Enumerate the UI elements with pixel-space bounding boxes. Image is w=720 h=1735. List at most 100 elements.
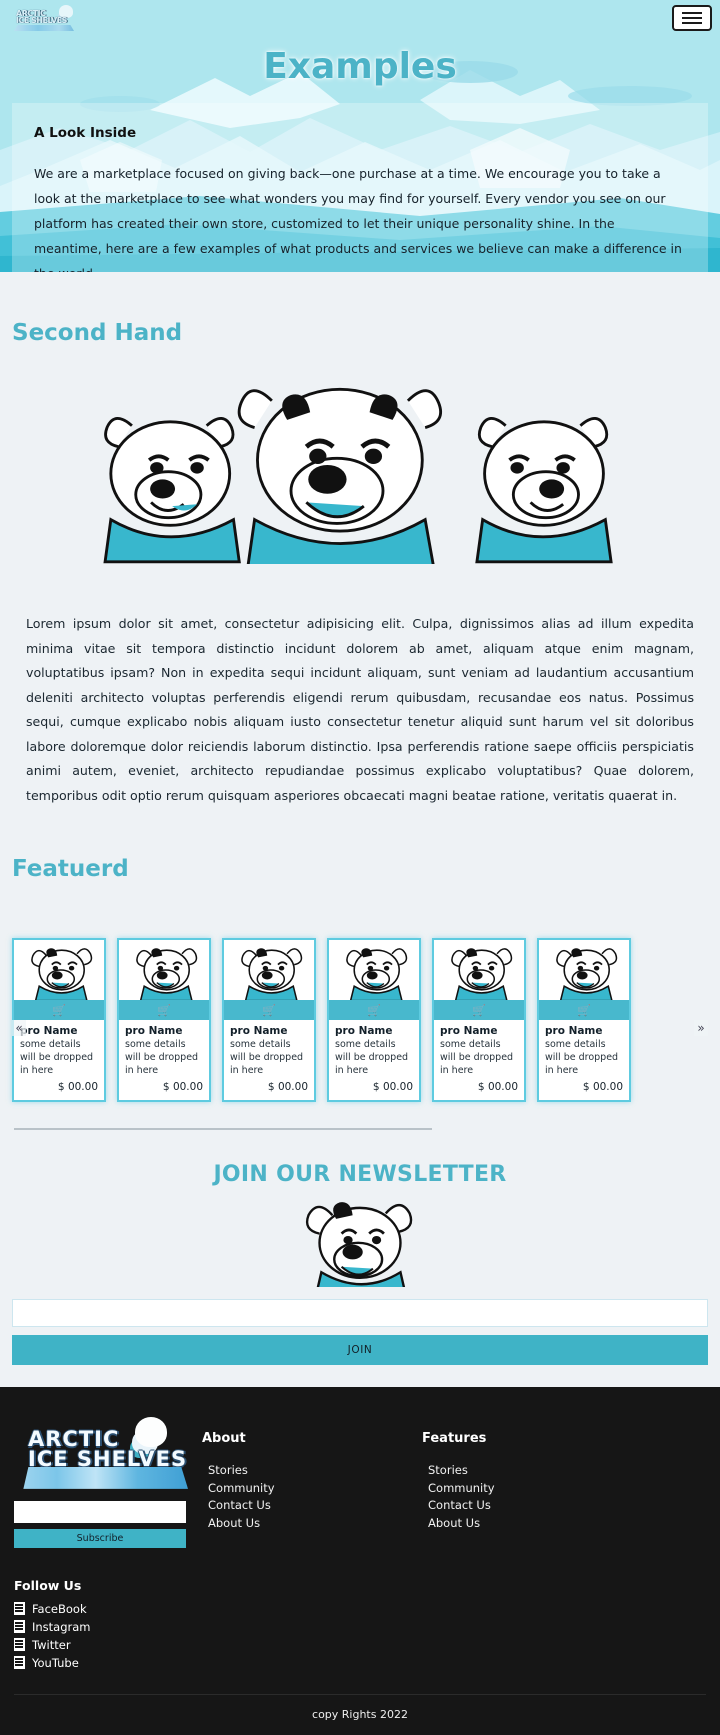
footer-column-about-links: Stories Community Contact Us About Us bbox=[202, 1462, 422, 1533]
product-card[interactable]: 🛒 pro Name some details will be dropped in… bbox=[327, 938, 421, 1102]
logo-ice-base bbox=[14, 25, 74, 31]
carousel-prev-icon[interactable]: « bbox=[12, 1020, 26, 1037]
look-inside-heading: A Look Inside bbox=[34, 125, 137, 141]
shopping-cart-icon[interactable]: 🛒 bbox=[52, 1005, 66, 1016]
shopping-cart-icon[interactable]: 🛒 bbox=[157, 1005, 171, 1016]
product-price: $ 00.00 bbox=[162, 1080, 203, 1093]
footer-brand-block: ARCTIC ICE SHELVES Subscribe bbox=[14, 1413, 202, 1548]
footer-link[interactable]: Contact Us bbox=[428, 1497, 642, 1515]
product-card[interactable]: 🛒 pro Name some details will be dropped in… bbox=[222, 938, 316, 1102]
product-price: $ 00.00 bbox=[477, 1080, 518, 1093]
product-name: pro Name bbox=[125, 1025, 183, 1038]
second-hand-section: Second Hand Lorem ipsum dolor sit amet, … bbox=[0, 272, 720, 808]
footer-link[interactable]: Stories bbox=[428, 1462, 642, 1480]
footer-column-about-heading: About bbox=[202, 1430, 246, 1446]
social-label: YouTube bbox=[32, 1655, 79, 1670]
social-label: FaceBook bbox=[32, 1601, 87, 1616]
footer-link[interactable]: Contact Us bbox=[208, 1497, 422, 1515]
product-desc: some details will be dropped in here bbox=[20, 1039, 94, 1076]
copyright-text: copy Rights 2022 bbox=[14, 1693, 706, 1735]
logo-line-2: ICE SHELVES bbox=[16, 16, 67, 25]
product-card[interactable]: 🛒 pro Name some details will be dropped in… bbox=[12, 938, 106, 1102]
product-price: $ 00.00 bbox=[372, 1080, 413, 1093]
shopping-cart-icon[interactable]: 🛒 bbox=[367, 1005, 381, 1016]
featured-carousel: « » 🛒 pro Name some details will be droppe… bbox=[0, 938, 720, 1102]
footer-link[interactable]: Community bbox=[428, 1480, 642, 1498]
social-link[interactable]: YouTube bbox=[14, 1656, 706, 1670]
newsletter-section: JOIN OUR NEWSLETTER JOIN bbox=[0, 1130, 720, 1365]
footer-logo[interactable]: ARCTIC ICE SHELVES bbox=[14, 1413, 189, 1493]
product-card[interactable]: 🛒 pro Name some details will be dropped in… bbox=[117, 938, 211, 1102]
social-link[interactable]: Instagram bbox=[14, 1620, 706, 1634]
carousel-next-icon[interactable]: » bbox=[694, 1020, 708, 1037]
product-price: $ 00.00 bbox=[267, 1080, 308, 1093]
social-links-list: FaceBook Instagram Twitter YouTube bbox=[14, 1602, 706, 1670]
look-inside-body: We are a marketplace focused on giving b… bbox=[34, 166, 682, 272]
follow-us-heading: Follow Us bbox=[14, 1577, 82, 1593]
product-image bbox=[434, 940, 524, 1001]
second-hand-body: Lorem ipsum dolor sit amet, consectetur … bbox=[26, 616, 694, 803]
product-name: pro Name bbox=[545, 1025, 603, 1038]
social-label: Twitter bbox=[32, 1637, 71, 1652]
product-name: pro Name bbox=[230, 1025, 288, 1038]
footer-top: ARCTIC ICE SHELVES Subscribe About Stori… bbox=[14, 1413, 706, 1548]
menu-bar-2 bbox=[682, 17, 702, 19]
footer-logo-ice-base bbox=[23, 1466, 188, 1489]
add-to-cart-bar[interactable]: 🛒 bbox=[224, 1000, 314, 1021]
social-link[interactable]: FaceBook bbox=[14, 1602, 706, 1616]
youtube-icon bbox=[14, 1656, 25, 1670]
newsletter-email-input[interactable] bbox=[12, 1298, 708, 1327]
product-card-list: 🛒 pro Name some details will be dropped in… bbox=[12, 938, 708, 1102]
add-to-cart-bar[interactable]: 🛒 bbox=[329, 1000, 419, 1021]
product-body: pro Name some details will be dropped in … bbox=[119, 1020, 209, 1099]
product-desc: some details will be dropped in here bbox=[335, 1039, 409, 1076]
hamburger-menu-icon[interactable] bbox=[672, 5, 712, 31]
footer-column-features: Features Stories Community Contact Us About… bbox=[422, 1413, 642, 1548]
add-to-cart-bar[interactable]: 🛒 bbox=[119, 1000, 209, 1021]
footer-column-about: About Stories Community Contact Us About Us bbox=[202, 1413, 422, 1548]
footer-subscribe-input[interactable] bbox=[14, 1500, 186, 1523]
product-body: pro Name some details will be dropped in … bbox=[224, 1020, 314, 1099]
newsletter-join-button[interactable]: JOIN bbox=[12, 1334, 708, 1365]
footer-subscribe-button[interactable]: Subscribe bbox=[14, 1528, 186, 1548]
product-card[interactable]: 🛒 pro Name some details will be dropped in… bbox=[432, 938, 526, 1102]
facebook-icon bbox=[14, 1602, 25, 1616]
product-image bbox=[539, 940, 629, 1001]
site-footer: ARCTIC ICE SHELVES Subscribe About Stori… bbox=[0, 1386, 720, 1735]
product-body: pro Name some details will be dropped in … bbox=[14, 1020, 104, 1099]
top-navbar: ARCTIC ICE SHELVES bbox=[0, 0, 720, 36]
product-desc: some details will be dropped in here bbox=[440, 1039, 514, 1076]
hero-banner: ARCTIC ICE SHELVES Examples A Look Insid… bbox=[0, 0, 720, 272]
polar-bear-logo-icon bbox=[135, 1416, 167, 1447]
three-bears-illustration bbox=[84, 364, 636, 564]
footer-link[interactable]: About Us bbox=[428, 1515, 642, 1533]
product-image bbox=[224, 940, 314, 1001]
product-body: pro Name some details will be dropped in … bbox=[539, 1020, 629, 1099]
product-desc: some details will be dropped in here bbox=[545, 1039, 619, 1076]
product-image bbox=[14, 940, 104, 1001]
add-to-cart-bar[interactable]: 🛒 bbox=[539, 1000, 629, 1021]
add-to-cart-bar[interactable]: 🛒 bbox=[434, 1000, 524, 1021]
footer-link[interactable]: Stories bbox=[208, 1462, 422, 1480]
shopping-cart-icon[interactable]: 🛒 bbox=[262, 1005, 276, 1016]
product-name: pro Name bbox=[20, 1025, 78, 1038]
look-inside-card: A Look Inside We are a marketplace focus… bbox=[12, 103, 708, 272]
newsletter-title: JOIN OUR NEWSLETTER bbox=[213, 1161, 507, 1187]
product-price: $ 00.00 bbox=[582, 1080, 623, 1093]
instagram-icon bbox=[14, 1620, 25, 1634]
second-hand-title: Second Hand bbox=[12, 320, 183, 346]
footer-link[interactable]: Community bbox=[208, 1480, 422, 1498]
add-to-cart-bar[interactable]: 🛒 bbox=[14, 1000, 104, 1021]
product-name: pro Name bbox=[335, 1025, 393, 1038]
footer-link[interactable]: About Us bbox=[208, 1515, 422, 1533]
product-card[interactable]: 🛒 pro Name some details will be dropped in… bbox=[537, 938, 631, 1102]
site-logo[interactable]: ARCTIC ICE SHELVES bbox=[14, 3, 76, 33]
featured-title: Featuerd bbox=[12, 856, 129, 883]
product-body: pro Name some details will be dropped in … bbox=[329, 1020, 419, 1099]
social-link[interactable]: Twitter bbox=[14, 1638, 706, 1652]
product-image bbox=[119, 940, 209, 1001]
twitter-icon bbox=[14, 1638, 25, 1652]
shopping-cart-icon[interactable]: 🛒 bbox=[472, 1005, 486, 1016]
product-price: $ 00.00 bbox=[57, 1080, 98, 1093]
shopping-cart-icon[interactable]: 🛒 bbox=[577, 1005, 591, 1016]
